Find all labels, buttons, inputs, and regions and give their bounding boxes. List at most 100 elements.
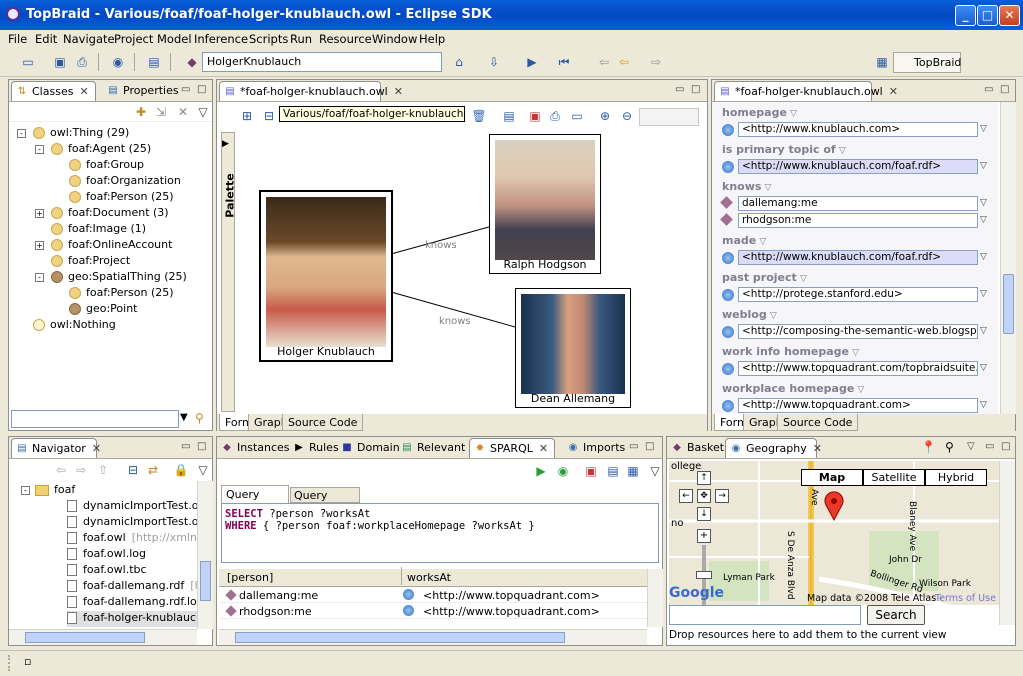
map-terms-link[interactable]: Terms of Use (935, 593, 996, 604)
collapse-icon[interactable]: - (35, 273, 44, 282)
navigator-scrollbar-v[interactable] (197, 481, 213, 629)
palette-arrow-icon[interactable]: ▶ (222, 139, 229, 149)
class-tree-item[interactable]: foaf:Image (1) (37, 222, 146, 238)
tab-query-library[interactable]: Query Library (290, 487, 360, 515)
column-header-worksat[interactable]: worksAt (407, 571, 451, 584)
run-query-all-icon[interactable]: ◉ (555, 463, 571, 479)
form-field-value[interactable]: dallemang:me (738, 196, 978, 211)
open-perspective-icon[interactable]: ▦ (874, 54, 890, 70)
form-field-value[interactable]: <http://composing-the-semantic-web.blogs… (738, 324, 978, 339)
maximize-window-button[interactable]: □ (977, 5, 998, 26)
tab-source-code[interactable]: Source Code (777, 414, 859, 431)
menu-help[interactable]: Help (419, 32, 445, 46)
pan-up-icon[interactable]: ↑ (697, 471, 711, 485)
value-menu-icon[interactable]: ▽ (980, 198, 987, 208)
menu-edit[interactable]: Edit (35, 32, 57, 46)
column-header-person[interactable]: [person] (227, 571, 273, 584)
navigator-file[interactable]: foaf-dallemang.rdf.log (67, 595, 197, 611)
minimize-icon[interactable]: ▭ (181, 84, 190, 95)
folder-foaf[interactable]: - foaf (21, 483, 75, 499)
navigator-file[interactable]: dynamicImportTest.owl (67, 499, 197, 515)
class-tree-item[interactable]: owl:Nothing (19, 318, 116, 334)
collapse-icon[interactable]: - (17, 129, 26, 138)
results-scrollbar-h[interactable] (219, 629, 647, 645)
table-row[interactable]: dallemang:me <http://www.topquadrant.com> (219, 587, 647, 603)
perspective-button[interactable]: TopBraid (893, 52, 961, 73)
value-menu-icon[interactable]: ▽ (980, 252, 987, 262)
tab-geography[interactable]: ◉ Geography ✕ (725, 438, 822, 458)
nav-up-icon[interactable]: ⇧ (95, 462, 111, 478)
palette-bar[interactable]: ▶ Palette (221, 132, 237, 412)
navigator-file[interactable]: foaf.owl [http://xmlns (67, 531, 197, 547)
save-icon[interactable]: ▣ (52, 54, 68, 70)
clear-map-icon[interactable]: ⚲ (945, 440, 954, 454)
menu-file[interactable]: File (8, 32, 27, 46)
map-type-satellite-button[interactable]: Satellite (863, 469, 925, 486)
home-icon[interactable]: ⌂ (451, 54, 467, 70)
tab-form-editor-file[interactable]: ▤ *foaf-holger-knublauch.owl ✕ (714, 81, 898, 101)
zoom-in-map-icon[interactable]: + (697, 529, 711, 543)
map-pin-icon[interactable]: 📍 (921, 440, 936, 454)
run-query-icon[interactable]: ▶ (533, 463, 549, 479)
tab-graph-editor-file[interactable]: ▤ *foaf-holger-knublauch.owl ✕ (219, 81, 403, 101)
delete-class-icon[interactable]: ✕ (175, 104, 191, 120)
tab-basket[interactable]: ◆ Basket (667, 438, 730, 458)
minimize-icon[interactable]: ▭ (675, 84, 684, 95)
trash-icon[interactable]: 🗑 (471, 108, 487, 124)
map-search-input[interactable] (669, 605, 861, 625)
navigator-scrollbar-h[interactable] (9, 629, 197, 645)
close-window-button[interactable]: ✕ (999, 5, 1020, 26)
class-tree-item[interactable]: foaf:Person (25) (55, 190, 174, 206)
graph-canvas[interactable]: knows knows Holger Knublauch Ralph Hodgs… (237, 132, 705, 414)
navigator-file[interactable]: foaf-dallemang.rdf [ht (67, 579, 197, 595)
tab-instances[interactable]: ◆ Instances (217, 438, 296, 458)
menu-window[interactable]: Window (372, 32, 417, 46)
class-tree-item[interactable]: foaf:Person (25) (55, 286, 174, 302)
class-tree-item[interactable]: foaf:Organization (55, 174, 181, 190)
geography-scrollbar[interactable] (999, 461, 1015, 625)
tab-classes[interactable]: ⇅ Classes ✕ (11, 81, 96, 101)
collapse-icon[interactable]: - (35, 145, 44, 154)
print-icon[interactable]: ⎙ (74, 54, 90, 70)
search-icon[interactable]: ⚲ (195, 411, 204, 425)
pan-down-icon[interactable]: ↓ (697, 507, 711, 521)
class-tree-item[interactable]: geo:Point (55, 302, 138, 318)
zoom-out-icon[interactable]: ⊖ (619, 108, 635, 124)
value-menu-icon[interactable]: ▽ (980, 215, 987, 225)
pan-center-icon[interactable]: ✥ (697, 489, 711, 503)
zoom-combo[interactable] (639, 108, 699, 126)
fast-view-icon[interactable]: ▫ (24, 655, 31, 668)
nav-back-icon[interactable]: ⇦ (53, 462, 69, 478)
globe-icon[interactable]: ◉ (110, 54, 126, 70)
field-menu-icon[interactable]: ▽ (767, 311, 777, 321)
zoom-slider-handle[interactable] (696, 571, 712, 579)
step-icon[interactable]: ⏮ (556, 54, 572, 70)
collapse-all-icon[interactable]: ⊟ (125, 462, 141, 478)
nav-forward-icon[interactable]: ⇨ (73, 462, 89, 478)
form-field-value[interactable]: rhodgson:me (738, 213, 978, 228)
field-menu-icon[interactable]: ▽ (797, 274, 807, 284)
view-menu-icon[interactable]: ▽ (967, 441, 975, 452)
menu-inference[interactable]: Inference (194, 32, 248, 46)
form-scrollbar[interactable] (1000, 102, 1016, 414)
new-icon[interactable]: ▭ (20, 54, 36, 70)
page-icon[interactable]: ▤ (146, 54, 162, 70)
class-tree-item[interactable]: - owl:Thing (29) (17, 126, 129, 142)
maximize-icon[interactable]: □ (197, 84, 206, 95)
menu-project[interactable]: Project (114, 32, 153, 46)
value-menu-icon[interactable]: ▽ (980, 124, 987, 134)
form-field-value[interactable]: <http://protege.stanford.edu> (738, 287, 978, 302)
tab-source-code[interactable]: Source Code (282, 414, 364, 431)
form-field-value[interactable]: <http://www.topquadrant.com/topbraidsuit… (738, 361, 978, 376)
class-tree-item[interactable]: foaf:Project (37, 254, 130, 270)
field-menu-icon[interactable]: ▽ (756, 237, 766, 247)
menu-navigate[interactable]: Navigate (63, 32, 115, 46)
export-table-icon[interactable]: ▤ (605, 463, 621, 479)
class-tree-item[interactable]: + foaf:Document (3) (35, 206, 169, 222)
value-menu-icon[interactable]: ▽ (980, 289, 987, 299)
graph-export-icon[interactable]: ▭ (569, 108, 585, 124)
class-tree-item[interactable]: foaf:Group (55, 158, 144, 174)
navigator-file[interactable]: foaf.owl.log (67, 547, 146, 563)
back-icon[interactable]: ⇦ (616, 54, 632, 70)
sparql-query-editor[interactable]: SELECT ?person ?worksAt WHERE { ?person … (221, 503, 659, 563)
